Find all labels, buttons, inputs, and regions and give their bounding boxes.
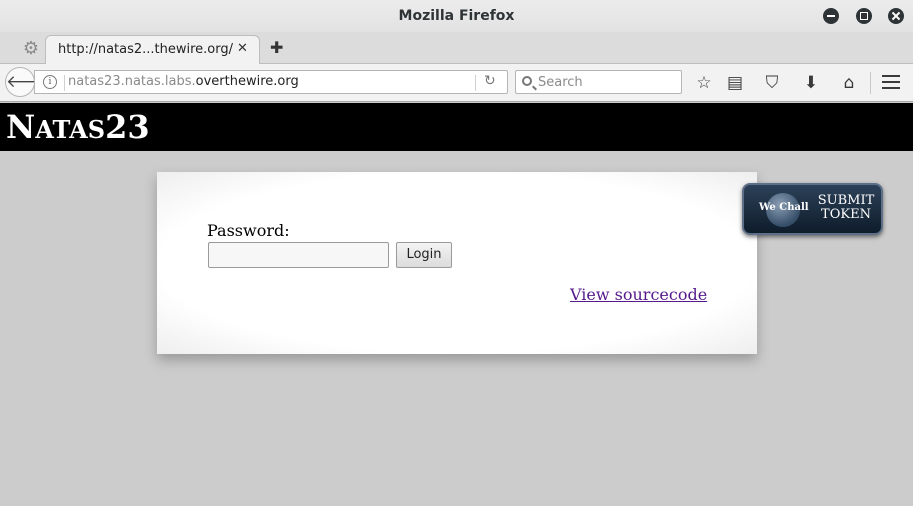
password-input[interactable] bbox=[208, 242, 389, 268]
reload-separator bbox=[475, 75, 476, 91]
bookmark-star-icon[interactable]: ☆ bbox=[693, 72, 715, 94]
content-box: Password: Login View sourcecode bbox=[157, 172, 757, 354]
url-separator bbox=[64, 75, 65, 91]
wechall-logo: We Chall bbox=[759, 202, 809, 213]
reading-list-icon[interactable]: ▤ bbox=[724, 72, 746, 94]
url-prefix: natas23.natas.labs. bbox=[68, 74, 196, 89]
close-window-icon[interactable] bbox=[888, 8, 904, 24]
home-icon[interactable]: ⌂ bbox=[838, 72, 860, 94]
window-title: Mozilla Firefox bbox=[398, 8, 515, 24]
submit-token-button[interactable]: We Chall SUBMIT TOKEN bbox=[742, 183, 883, 235]
password-label: Password: bbox=[207, 221, 290, 240]
url-text[interactable]: natas23.natas.labs.overthewire.org bbox=[68, 74, 299, 89]
hamburger-menu-icon[interactable] bbox=[882, 75, 900, 89]
download-icon[interactable]: ⬇ bbox=[800, 72, 822, 94]
view-sourcecode-link[interactable]: View sourcecode bbox=[570, 285, 707, 304]
back-icon[interactable]: 🡐 bbox=[5, 67, 52, 97]
submit-token-label: SUBMIT TOKEN bbox=[817, 193, 875, 222]
minimize-icon[interactable] bbox=[823, 8, 839, 24]
tab-natas23[interactable]: http://natas2...thewire.org/ ✕ bbox=[45, 35, 260, 65]
gear-icon[interactable]: ⚙ bbox=[22, 40, 40, 58]
toolbar-separator bbox=[870, 72, 871, 94]
tab-close-icon[interactable]: ✕ bbox=[237, 41, 248, 56]
navigation-toolbar: 🡐 i natas23.natas.labs.overthewire.org ↻… bbox=[0, 64, 913, 102]
tab-title: http://natas2...thewire.org/ bbox=[58, 42, 234, 57]
tab-strip: ⚙ http://natas2...thewire.org/ ✕ ✚ bbox=[0, 32, 913, 65]
window-titlebar: Mozilla Firefox bbox=[0, 0, 913, 32]
search-input[interactable] bbox=[538, 73, 678, 91]
page-header: NATAS23 bbox=[0, 103, 913, 151]
search-icon bbox=[522, 76, 532, 86]
url-domain: overthewire.org bbox=[195, 74, 299, 89]
new-tab-icon[interactable]: ✚ bbox=[270, 38, 283, 57]
url-bar[interactable]: i natas23.natas.labs.overthewire.org ↻ bbox=[34, 70, 508, 94]
search-box[interactable] bbox=[515, 70, 682, 94]
maximize-icon[interactable] bbox=[856, 8, 872, 24]
site-logo: NATAS23 bbox=[6, 108, 150, 146]
info-icon[interactable]: i bbox=[43, 75, 57, 89]
reload-icon[interactable]: ↻ bbox=[484, 73, 496, 89]
login-button[interactable]: Login bbox=[396, 242, 452, 268]
pocket-icon[interactable]: ⛉ bbox=[761, 72, 783, 94]
